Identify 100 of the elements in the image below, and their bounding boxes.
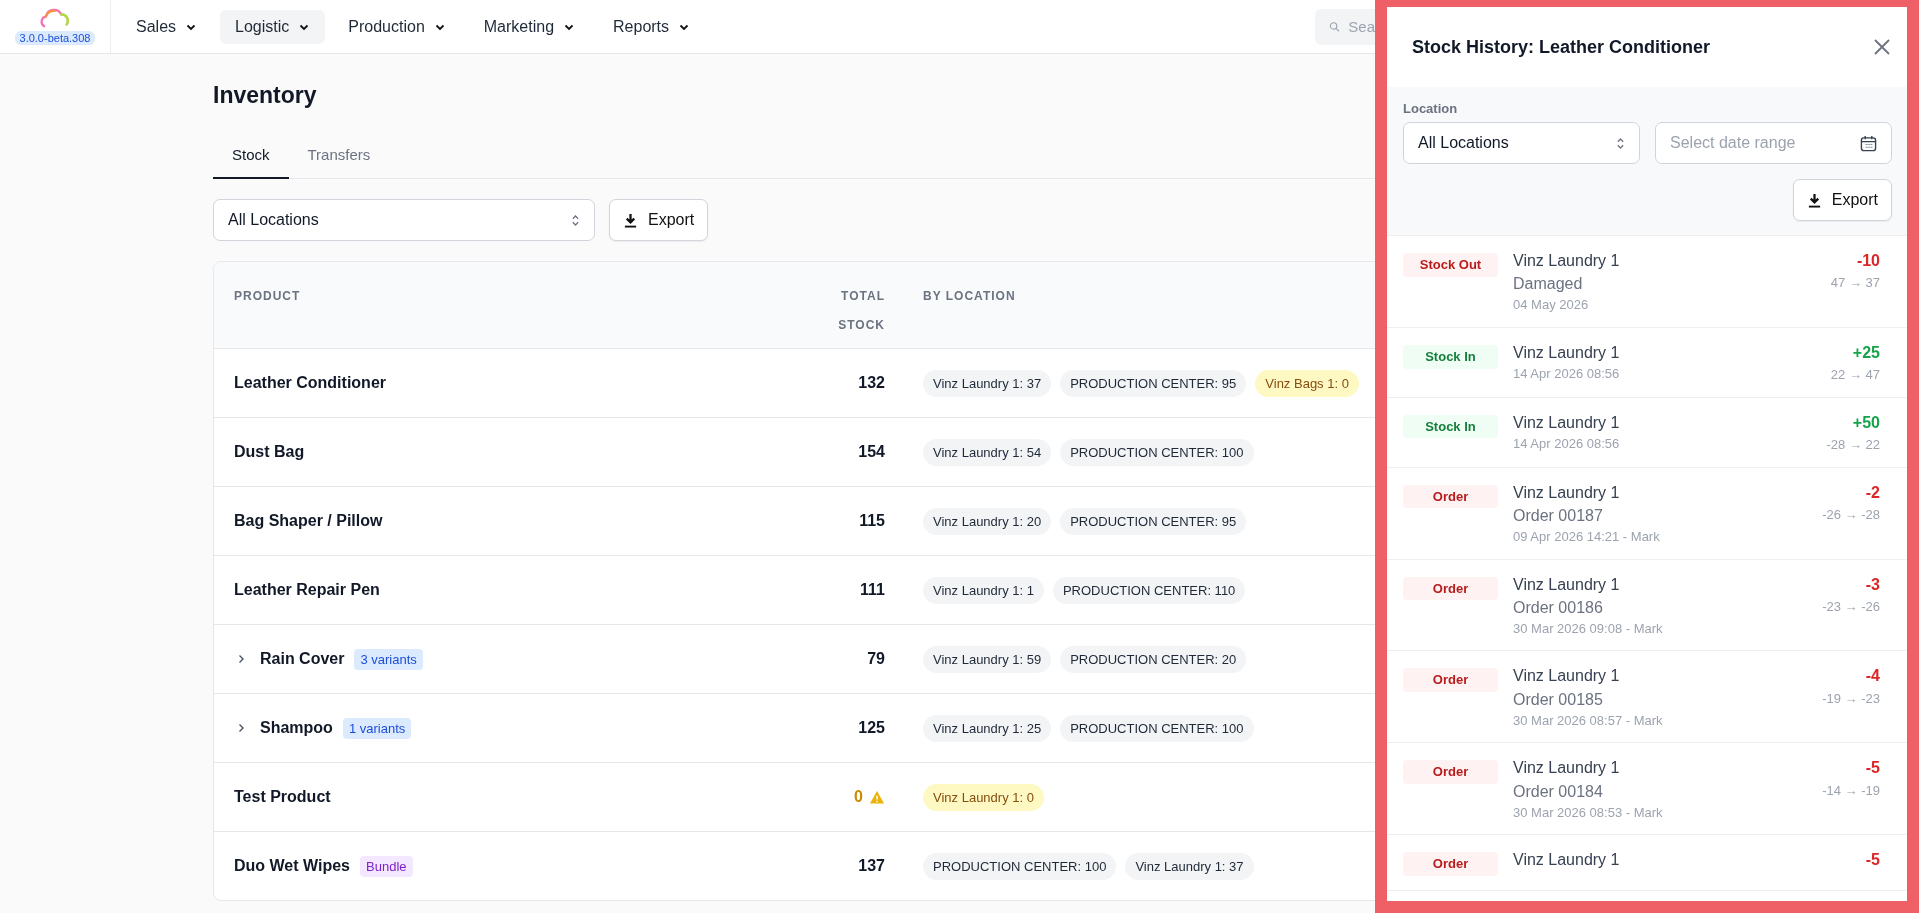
- warning-icon: [869, 789, 885, 805]
- entry-date: 30 Mar 2026 09:08 - Mark: [1513, 620, 1664, 637]
- location-select[interactable]: All Locations: [213, 199, 595, 241]
- quantity-change: +25: [1852, 342, 1880, 363]
- movement-badge: Stock In: [1403, 344, 1498, 369]
- location-chip: Vinz Bags 1: 0: [1255, 369, 1359, 397]
- movement-badge: Order: [1403, 760, 1498, 785]
- entry-location: Vinz Laundry 1: [1513, 666, 1621, 686]
- quantity-change: -3: [1865, 574, 1880, 594]
- nav-menu-item[interactable]: Sales: [121, 9, 213, 44]
- entry-date: 04 May 2026: [1513, 297, 1590, 313]
- column-header: TOTAL STOCK: [837, 288, 885, 334]
- stock-transition: 22 → 47: [1830, 367, 1880, 383]
- download-icon: [623, 212, 638, 228]
- stock-total: 154: [858, 443, 885, 461]
- product-tag: 1 variants: [342, 717, 412, 739]
- stock-total: 137: [858, 857, 885, 875]
- entry-location: Vinz Laundry 1: [1513, 342, 1621, 363]
- movement-badge: Order: [1403, 668, 1498, 693]
- entry-detail: Damaged: [1513, 274, 1584, 294]
- stock-total: 115: [859, 512, 885, 530]
- location-chip: PRODUCTION CENTER: 20: [1060, 645, 1247, 673]
- search-icon: [1329, 19, 1341, 34]
- location-chip: Vinz Laundry 1: 0: [923, 783, 1044, 811]
- product-tag: Bundle: [360, 855, 413, 877]
- movement-badge: Stock In: [1403, 414, 1498, 439]
- movement-badge: Order: [1403, 576, 1498, 601]
- drawer-title: Stock History: Leather Conditioner: [1412, 36, 1711, 58]
- entry-date: 09 Apr 2026 14:21 - Mark: [1513, 528, 1661, 545]
- stock-transition: -28 → 22: [1826, 436, 1880, 453]
- entry-location: Vinz Laundry 1: [1513, 574, 1621, 594]
- calendar-icon: [1860, 134, 1877, 152]
- product-name: Dust Bag: [234, 443, 305, 461]
- stock-transition: -26 → -28: [1822, 506, 1880, 523]
- nav-menu-item[interactable]: Production: [333, 9, 461, 44]
- product-name: Rain Cover: [260, 650, 345, 668]
- product-name: Test Product: [234, 788, 331, 806]
- location-chip: Vinz Laundry 1: 20: [923, 507, 1052, 535]
- quantity-change: -10: [1856, 251, 1880, 271]
- location-chip: PRODUCTION CENTER: 100: [1060, 438, 1254, 466]
- entry-date: 30 Mar 2026 08:53 - Mark: [1513, 804, 1664, 821]
- location-select[interactable]: All Locations: [1403, 122, 1640, 164]
- stock-transition: -14 → -19: [1822, 782, 1880, 799]
- field-label: Location: [1403, 101, 1459, 116]
- location-chip: Vinz Laundry 1: 25: [923, 714, 1052, 742]
- export-button[interactable]: Export: [609, 199, 709, 241]
- stock-transition: 47 → 37: [1830, 275, 1880, 291]
- product-name: Leather Conditioner: [234, 374, 386, 392]
- entry-location: Vinz Laundry 1: [1513, 412, 1621, 432]
- location-chip: Vinz Laundry 1: 1: [923, 576, 1044, 604]
- location-chip: PRODUCTION CENTER: 100: [923, 852, 1117, 880]
- tab[interactable]: Stock: [213, 137, 289, 179]
- location-chip: PRODUCTION CENTER: 95: [1060, 507, 1247, 535]
- entry-detail: Order 00187: [1513, 505, 1604, 525]
- entry-location: Vinz Laundry 1: [1513, 758, 1621, 778]
- entry-date: 14 Apr 2026 08:56: [1513, 366, 1621, 382]
- quantity-change: -5: [1865, 758, 1880, 778]
- nav-menu-item[interactable]: Logistic: [220, 9, 326, 44]
- export-button[interactable]: Export: [1792, 179, 1892, 221]
- version-badge: 3.0.0-beta.308: [14, 31, 96, 45]
- location-chip: Vinz Laundry 1: 37: [1125, 852, 1254, 880]
- entry-date: 14 Apr 2026 08:56: [1513, 435, 1621, 452]
- quantity-change: -2: [1865, 482, 1880, 502]
- entry-date: 30 Mar 2026 08:57 - Mark: [1513, 712, 1664, 729]
- quantity-change: -4: [1865, 666, 1880, 686]
- entry-location: Vinz Laundry 1: [1513, 251, 1621, 271]
- download-icon: [1806, 192, 1822, 208]
- stock-total: 125: [858, 719, 885, 737]
- location-chip: PRODUCTION CENTER: 95: [1060, 369, 1247, 397]
- quantity-change: +50: [1852, 412, 1880, 432]
- product-tag: 3 variants: [354, 648, 423, 670]
- close-icon[interactable]: [1874, 39, 1890, 55]
- nav-menu-item[interactable]: Reports: [598, 9, 706, 44]
- sort-caret-icon: [571, 212, 580, 228]
- entry-location: Vinz Laundry 1: [1513, 850, 1621, 870]
- stock-transition: -19 → -23: [1822, 690, 1880, 707]
- product-name: Leather Repair Pen: [234, 581, 380, 599]
- chevron-icon[interactable]: [236, 654, 246, 664]
- entry-detail: Order 00186: [1513, 597, 1604, 617]
- nav-menu-item[interactable]: Marketing: [468, 9, 591, 44]
- stock-total: 0: [854, 788, 863, 806]
- location-chip: Vinz Laundry 1: 59: [923, 645, 1052, 673]
- location-chip: PRODUCTION CENTER: 110: [1052, 576, 1246, 604]
- entry-detail: Order 00185: [1513, 689, 1604, 709]
- stock-total: 79: [867, 650, 885, 668]
- stock-transition: -23 → -26: [1822, 598, 1880, 615]
- location-chip: PRODUCTION CENTER: 100: [1060, 714, 1254, 742]
- product-name: Bag Shaper / Pillow: [234, 512, 383, 530]
- page-title: Inventory: [213, 82, 317, 109]
- chevron-icon[interactable]: [236, 723, 246, 733]
- tab[interactable]: Transfers: [288, 137, 390, 179]
- stock-total: 111: [860, 581, 885, 599]
- quantity-change: -5: [1865, 850, 1880, 870]
- location-chip: Vinz Laundry 1: 37: [923, 369, 1052, 397]
- location-chip: Vinz Laundry 1: 54: [923, 438, 1052, 466]
- movement-badge: Order: [1403, 852, 1498, 876]
- column-header: BY LOCATION: [922, 288, 1016, 305]
- column-header: PRODUCT: [233, 288, 302, 305]
- movement-badge: Stock Out: [1403, 253, 1498, 277]
- product-name: Duo Wet Wipes: [234, 857, 350, 875]
